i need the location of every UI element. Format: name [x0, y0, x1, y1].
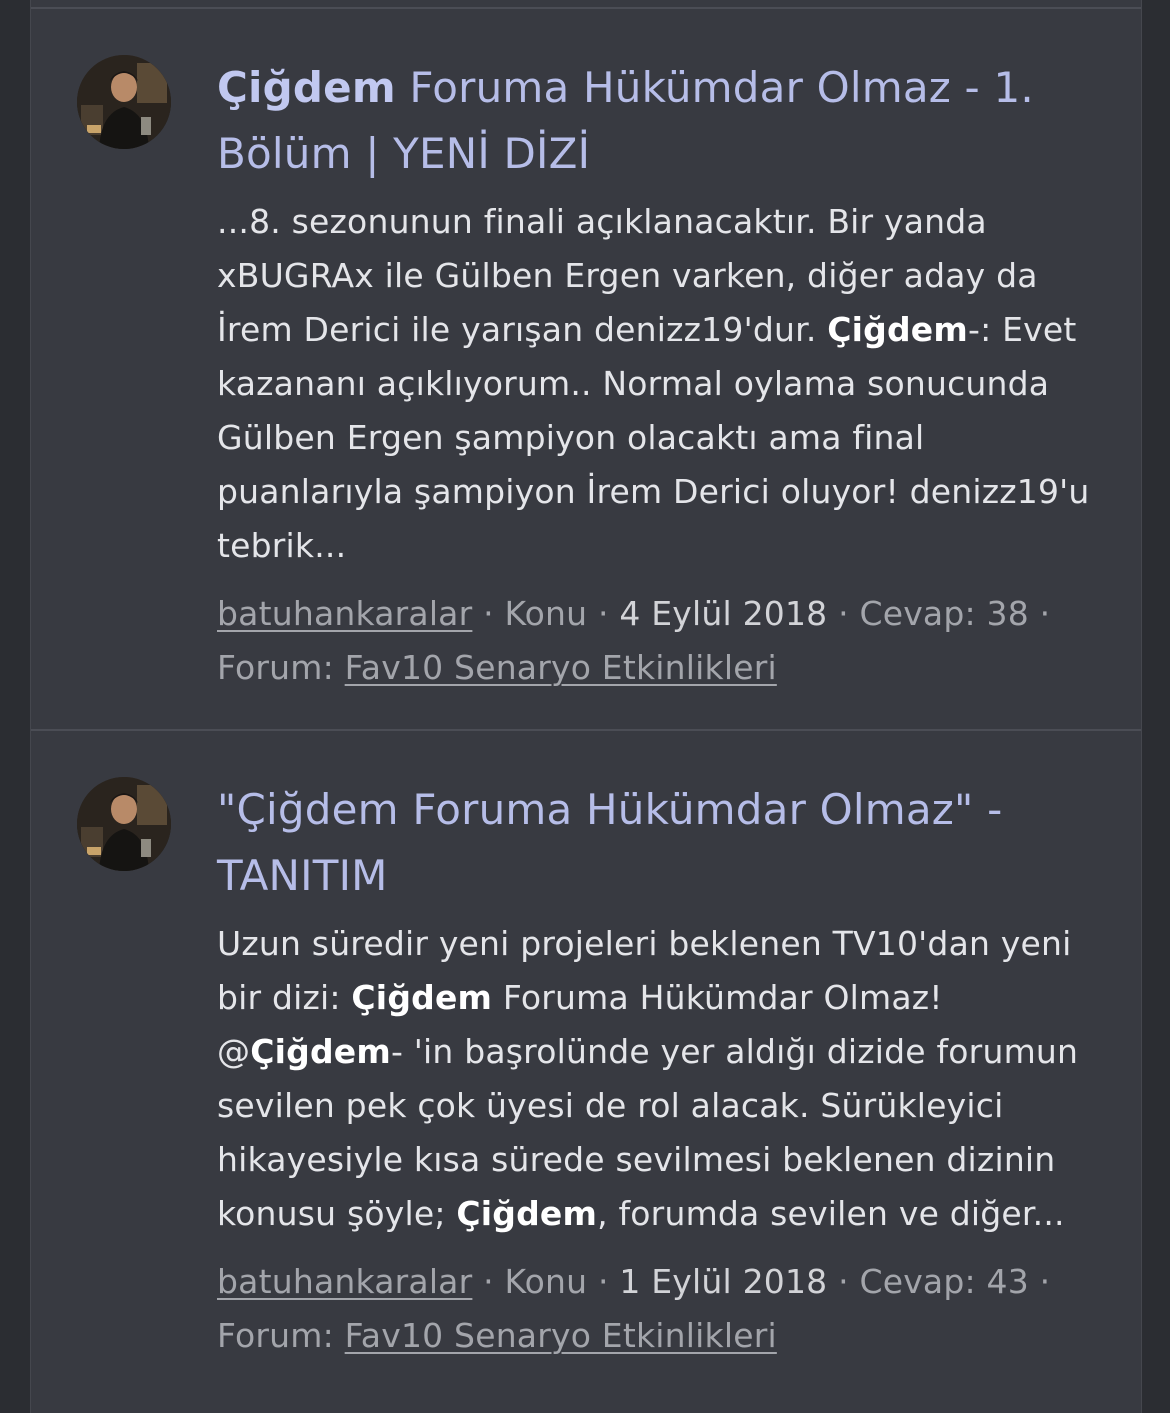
search-result: "Çiğdem Foruma Hükümdar Olmaz" - TANITIM… — [31, 731, 1141, 1413]
title-highlight: Çiğdem — [236, 785, 399, 834]
forum-link[interactable]: Fav10 Senaryo Etkinlikleri — [345, 1316, 777, 1355]
result-content: Çiğdem Foruma Hükümdar Olmaz - 1. Bölüm … — [217, 55, 1097, 695]
separator: · — [827, 594, 860, 633]
snippet-highlight: Çiğdem — [827, 310, 968, 349]
post-date: 4 Eylül 2018 — [619, 594, 828, 633]
avatar-photo-icon — [77, 777, 171, 871]
replies-label: Cevap: — [859, 594, 976, 633]
replies-count: 38 — [986, 594, 1029, 633]
separator: · — [587, 594, 620, 633]
replies-count: 43 — [986, 1262, 1029, 1301]
snippet-highlight: Çiğdem — [456, 1194, 598, 1233]
separator: · — [827, 1262, 860, 1301]
forum-label: Forum: — [217, 1316, 334, 1355]
separator: · — [1028, 594, 1051, 633]
author-link[interactable]: batuhankaralar — [217, 1262, 472, 1301]
user-avatar[interactable] — [77, 777, 171, 871]
separator: · — [1028, 1262, 1051, 1301]
avatar-photo-icon — [77, 55, 171, 149]
result-content: "Çiğdem Foruma Hükümdar Olmaz" - TANITIM… — [217, 777, 1097, 1363]
result-snippet: ...8. sezonunun finali açıklanacaktır. B… — [217, 195, 1097, 573]
title-quote: " — [217, 785, 237, 834]
post-date: 1 Eylül 2018 — [619, 1262, 828, 1301]
result-title-link[interactable]: "Çiğdem Foruma Hükümdar Olmaz" - TANITIM — [217, 777, 1097, 909]
content-type: Konu — [504, 594, 588, 633]
content-type: Konu — [504, 1262, 588, 1301]
result-title-link[interactable]: Çiğdem Foruma Hükümdar Olmaz - 1. Bölüm … — [217, 55, 1097, 187]
separator: · — [472, 1262, 505, 1301]
snippet-highlight: Çiğdem — [250, 1032, 391, 1071]
snippet-text: , forumda sevilen ve diğer... — [597, 1194, 1065, 1233]
result-snippet: Uzun süredir yeni projeleri beklenen TV1… — [217, 917, 1097, 1241]
results-container: Çiğdem Foruma Hükümdar Olmaz - 1. Bölüm … — [30, 0, 1142, 1413]
forum-link[interactable]: Fav10 Senaryo Etkinlikleri — [345, 648, 777, 687]
author-link[interactable]: batuhankaralar — [217, 594, 472, 633]
replies-label: Cevap: — [859, 1262, 976, 1301]
title-highlight: Çiğdem — [217, 63, 396, 112]
result-meta: batuhankaralar · Konu · 4 Eylül 2018 · C… — [217, 587, 1097, 695]
snippet-highlight: Çiğdem — [351, 978, 493, 1017]
result-meta: batuhankaralar · Konu · 1 Eylül 2018 · C… — [217, 1255, 1097, 1363]
search-results-page: Çiğdem Foruma Hükümdar Olmaz - 1. Bölüm … — [0, 0, 1170, 1413]
separator: · — [472, 594, 505, 633]
search-result: Çiğdem Foruma Hükümdar Olmaz - 1. Bölüm … — [31, 9, 1141, 729]
separator: · — [587, 1262, 620, 1301]
user-avatar[interactable] — [77, 55, 171, 149]
forum-label: Forum: — [217, 648, 334, 687]
